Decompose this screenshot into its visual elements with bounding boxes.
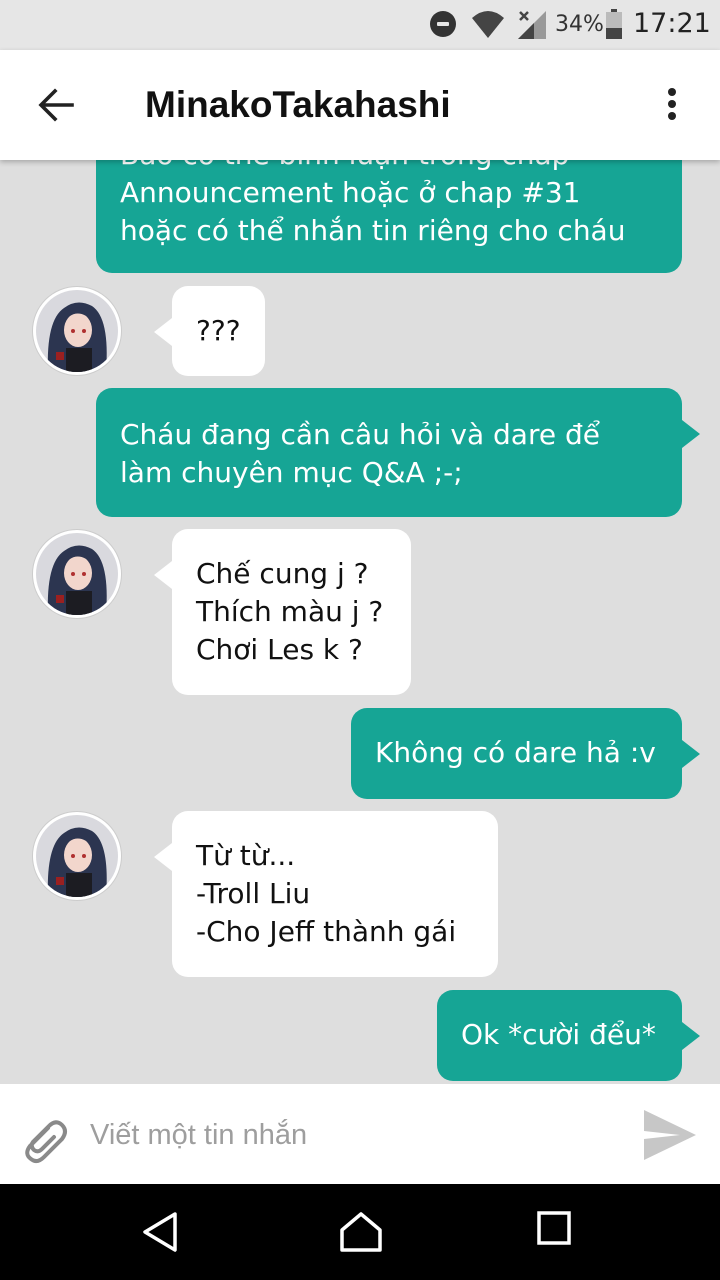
message-input[interactable] (88, 1112, 622, 1158)
signal-icon (518, 11, 546, 39)
message-line: -Cho Jeff thành gái (196, 915, 457, 948)
message-sent[interactable]: Báo cô thể bình luận trong chap Announce… (96, 160, 682, 273)
message-received[interactable]: Từ từ... -Troll Liu -Cho Jeff thành gái (154, 811, 498, 977)
nav-recents-icon[interactable] (536, 1210, 572, 1246)
message-composer (0, 1084, 720, 1184)
system-navigation-bar (0, 1184, 720, 1280)
message-line: Chơi Les k ? (196, 633, 363, 666)
message-list[interactable]: Báo cô thể bình luận trong chap Announce… (0, 160, 720, 1084)
battery-icon (606, 9, 622, 39)
more-vert-icon[interactable] (662, 86, 682, 126)
nav-back-icon[interactable] (140, 1210, 180, 1254)
nav-home-icon[interactable] (338, 1210, 384, 1254)
battery-percent: 34% (555, 12, 604, 37)
message-line: làm chuyên mục Q&A ;-; (120, 456, 463, 489)
message-sent[interactable]: Không có dare hả :v (351, 708, 700, 799)
status-bar: 34% 17:21 (0, 0, 720, 50)
message-line: Báo cô thể bình luận trong chap (120, 160, 658, 174)
arrow-back-icon[interactable] (38, 88, 74, 122)
message-line: Từ từ... (196, 839, 296, 872)
paperclip-icon[interactable] (18, 1114, 70, 1166)
send-icon[interactable] (642, 1108, 698, 1162)
message-line: Cháu đang cần câu hỏi và dare để (120, 418, 600, 451)
contact-avatar[interactable] (33, 287, 121, 375)
app-toolbar: MinakoTakahashi (0, 50, 720, 160)
message-received[interactable]: Chế cung j ? Thích màu j ? Chơi Les k ? (154, 529, 411, 695)
clock: 17:21 (633, 8, 711, 39)
contact-avatar[interactable] (33, 812, 121, 900)
wifi-icon (472, 11, 504, 38)
message-received[interactable]: ??? (154, 286, 265, 376)
message-sent[interactable]: Cháu đang cần câu hỏi và dare để làm chu… (96, 388, 700, 517)
contact-avatar[interactable] (33, 530, 121, 618)
message-line: Thích màu j ? (196, 595, 384, 628)
conversation-title: MinakoTakahashi (145, 84, 451, 125)
message-line: Không có dare hả :v (375, 736, 656, 769)
do-not-disturb-icon (430, 11, 456, 37)
message-line: ??? (196, 314, 241, 347)
message-line: hoặc có thể nhắn tin riêng cho cháu (120, 214, 626, 247)
message-line: Announcement hoặc ở chap #31 (120, 176, 581, 209)
message-line: -Troll Liu (196, 877, 311, 910)
message-line: Ok *cười đểu* (461, 1018, 656, 1051)
message-line: Chế cung j ? (196, 557, 369, 590)
message-sent[interactable]: Ok *cười đểu* (437, 990, 700, 1081)
